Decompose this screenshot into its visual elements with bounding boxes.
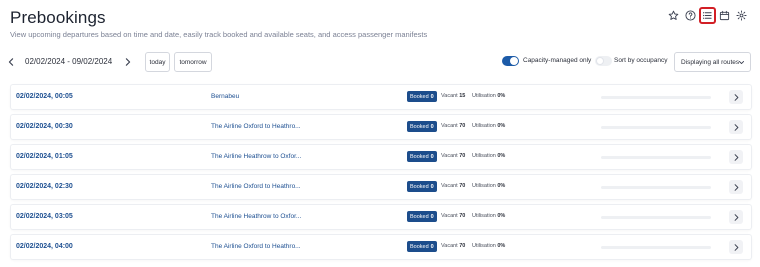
departure-datetime[interactable]: 02/02/2024, 04:00 — [16, 243, 73, 250]
capacity-managed-label: Capacity-managed only — [523, 57, 592, 64]
vacant-count: Vacant 70 — [441, 243, 466, 249]
calendar-icon[interactable] — [718, 9, 731, 22]
route-name[interactable]: The Airline Oxford to Heathro... — [211, 183, 301, 190]
utilisation-value: Utilisation 0% — [472, 183, 506, 189]
chevron-right-icon — [734, 213, 738, 221]
utilisation-bar — [601, 216, 711, 219]
today-button[interactable]: today — [145, 52, 170, 72]
next-week-button[interactable] — [123, 56, 133, 68]
open-departure-button[interactable] — [729, 90, 743, 104]
list-icon[interactable] — [699, 7, 716, 24]
route-name[interactable]: The Airline Oxford to Heathro... — [211, 243, 301, 250]
chevron-right-icon — [734, 93, 738, 101]
booked-badge: Booked 0 — [407, 91, 437, 102]
vacant-count: Vacant 70 — [441, 153, 466, 159]
star-icon[interactable] — [667, 9, 680, 22]
route-name[interactable]: The Airline Oxford to Heathro... — [211, 123, 301, 130]
vacant-count: Vacant 70 — [441, 213, 466, 219]
tomorrow-button[interactable]: tomorrow — [174, 52, 212, 72]
utilisation-bar — [601, 246, 711, 249]
chevron-right-icon — [125, 58, 131, 66]
routes-select-value: Displaying all routes — [681, 58, 740, 66]
utilisation-bar — [601, 96, 711, 99]
date-range[interactable]: 02/02/2024 - 09/02/2024 — [25, 57, 112, 66]
chevron-right-icon — [734, 243, 738, 251]
utilisation-bar — [601, 186, 711, 189]
sort-by-occupancy-label: Sort by occupancy — [614, 57, 668, 64]
previous-week-button[interactable] — [6, 56, 16, 68]
departure-datetime[interactable]: 02/02/2024, 02:30 — [16, 183, 73, 190]
departure-row[interactable]: 02/02/2024, 00:30 The Airline Oxford to … — [10, 114, 752, 140]
gear-icon[interactable] — [735, 9, 748, 22]
chevron-right-icon — [734, 153, 738, 161]
departure-row[interactable]: 02/02/2024, 02:30 The Airline Oxford to … — [10, 174, 752, 200]
departure-row[interactable]: 02/02/2024, 00:05 Bernabeu Booked 0 Vacan… — [10, 84, 752, 110]
header: Prebookings — [10, 8, 106, 28]
routes-select[interactable]: Displaying all routes — [674, 52, 751, 72]
departure-row[interactable]: 02/02/2024, 03:05 The Airline Heathrow t… — [10, 204, 752, 230]
booked-badge: Booked 0 — [407, 241, 437, 252]
route-name[interactable]: The Airline Heathrow to Oxfor... — [211, 213, 301, 220]
page-title: Prebookings — [10, 8, 106, 27]
chevron-right-icon — [734, 123, 738, 131]
booked-badge: Booked 0 — [407, 211, 437, 222]
utilisation-bar — [601, 156, 711, 159]
departure-datetime[interactable]: 02/02/2024, 00:30 — [16, 123, 73, 130]
booked-badge: Booked 0 — [407, 151, 437, 162]
sort-by-occupancy-toggle[interactable] — [595, 56, 612, 66]
top-toolbar — [667, 7, 748, 24]
help-icon[interactable] — [684, 9, 697, 22]
open-departure-button[interactable] — [729, 210, 743, 224]
departure-row[interactable]: 02/02/2024, 01:05 The Airline Heathrow t… — [10, 144, 752, 170]
departure-datetime[interactable]: 02/02/2024, 00:05 — [16, 93, 73, 100]
utilisation-value: Utilisation 0% — [472, 93, 506, 99]
utilisation-value: Utilisation 0% — [472, 123, 506, 129]
capacity-managed-toggle[interactable] — [502, 56, 519, 66]
chevron-down-icon — [738, 60, 745, 65]
departure-datetime[interactable]: 02/02/2024, 01:05 — [16, 153, 73, 160]
open-departure-button[interactable] — [729, 120, 743, 134]
route-name[interactable]: The Airline Heathrow to Oxfor... — [211, 153, 301, 160]
utilisation-value: Utilisation 0% — [472, 213, 506, 219]
utilisation-value: Utilisation 0% — [472, 153, 506, 159]
departure-row[interactable]: 02/02/2024, 04:00 The Airline Oxford to … — [10, 234, 752, 260]
open-departure-button[interactable] — [729, 150, 743, 164]
booked-badge: Booked 0 — [407, 181, 437, 192]
open-departure-button[interactable] — [729, 240, 743, 254]
open-departure-button[interactable] — [729, 180, 743, 194]
booked-badge: Booked 0 — [407, 121, 437, 132]
route-name[interactable]: Bernabeu — [211, 93, 239, 100]
utilisation-value: Utilisation 0% — [472, 243, 506, 249]
vacant-count: Vacant 15 — [441, 93, 466, 99]
chevron-left-icon — [8, 58, 14, 66]
vacant-count: Vacant 70 — [441, 123, 466, 129]
filter-bar: 02/02/2024 - 09/02/2024 today tomorrow C… — [0, 51, 760, 73]
chevron-right-icon — [734, 183, 738, 191]
page-subtitle: View upcoming departures based on time a… — [10, 30, 428, 39]
departures-list: 02/02/2024, 00:05 Bernabeu Booked 0 Vacan… — [10, 84, 752, 264]
vacant-count: Vacant 70 — [441, 183, 466, 189]
utilisation-bar — [601, 126, 711, 129]
departure-datetime[interactable]: 02/02/2024, 03:05 — [16, 213, 73, 220]
